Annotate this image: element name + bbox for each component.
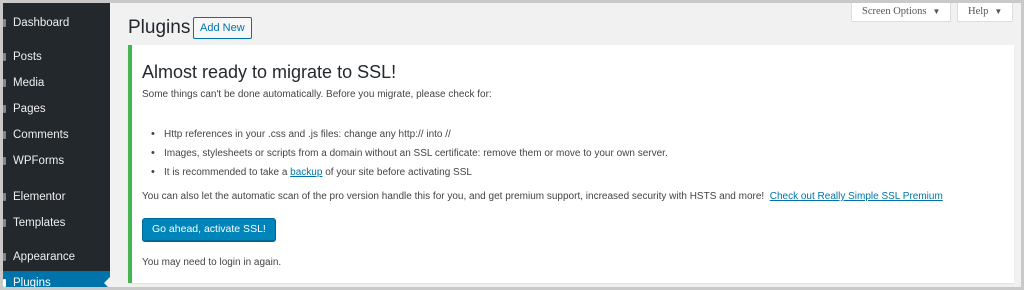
premium-promo: You can also let the automatic scan of t… [142,191,943,202]
caret-down-icon: ▼ [932,7,941,16]
sidebar-item-label: Media [13,77,45,89]
sidebar-item-plugins[interactable]: Plugins [3,271,110,289]
sidebar-item-label: Elementor [13,191,66,203]
screen-options-button[interactable]: Screen Options ▼ [851,3,952,22]
wpforms-icon [3,157,6,165]
sidebar-item-label: Plugins [13,277,51,289]
notice-title: Almost ready to migrate to SSL! [142,62,397,82]
notice-intro: Some things can't be done automatically.… [142,89,492,100]
premium-link[interactable]: Check out Really Simple SSL Premium [770,191,943,202]
add-new-button[interactable]: Add New [193,17,252,39]
help-label: Help [968,6,989,17]
comments-icon [3,131,6,139]
sidebar-item-comments[interactable]: Comments [3,123,110,147]
sidebar-item-label: WPForms [13,155,65,167]
sidebar-item-posts[interactable]: Posts [3,45,110,69]
sidebar-item-templates[interactable]: Templates [3,211,110,235]
templates-icon [3,219,6,227]
checklist-item: Images, stylesheets or scripts from a do… [151,147,668,159]
plugins-icon [3,279,6,287]
ssl-migration-notice: Almost ready to migrate to SSL! Some thi… [128,45,1014,283]
sidebar-item-label: Posts [13,51,42,63]
sidebar-item-pages[interactable]: Pages [3,97,110,121]
screen-options-label: Screen Options [862,6,927,17]
sidebar-item-wpforms[interactable]: WPForms [3,149,110,173]
checklist-item-text: Images, stylesheets or scripts from a do… [164,148,668,159]
checklist-item-text: It is recommended to take a [164,167,291,178]
posts-icon [3,53,6,61]
checklist-item: Http references in your .css and .js fil… [151,128,451,140]
page-title: Plugins [128,17,191,38]
pages-icon [3,105,6,113]
sidebar-item-label: Templates [13,217,66,229]
appearance-icon [3,253,6,261]
admin-sidebar: Dashboard Posts Media Pages Comments WPF… [3,3,110,289]
checklist-item: It is recommended to take a backup of yo… [151,166,472,178]
sidebar-item-label: Dashboard [13,17,70,29]
wp-admin-screen: Dashboard Posts Media Pages Comments WPF… [0,0,1024,290]
checklist-item-text: of your site before activating SSL [322,167,472,178]
activate-ssl-button[interactable]: Go ahead, activate SSL! [142,218,276,241]
sidebar-item-label: Comments [13,129,69,141]
sidebar-item-appearance[interactable]: Appearance [3,245,110,269]
media-icon [3,79,6,87]
login-note: You may need to login in again. [142,257,282,268]
dashboard-icon [3,19,6,27]
sidebar-item-label: Appearance [13,251,76,263]
help-button[interactable]: Help ▼ [957,3,1014,22]
premium-text: You can also let the automatic scan of t… [142,191,765,202]
sidebar-item-dashboard[interactable]: Dashboard [3,11,110,35]
sidebar-item-media[interactable]: Media [3,71,110,95]
sidebar-item-elementor[interactable]: Elementor [3,185,110,209]
caret-down-icon: ▼ [994,7,1003,16]
sidebar-item-label: Pages [13,103,46,115]
backup-link[interactable]: backup [290,167,322,178]
checklist-item-text: Http references in your .css and .js fil… [164,129,451,140]
elementor-icon [3,193,6,201]
